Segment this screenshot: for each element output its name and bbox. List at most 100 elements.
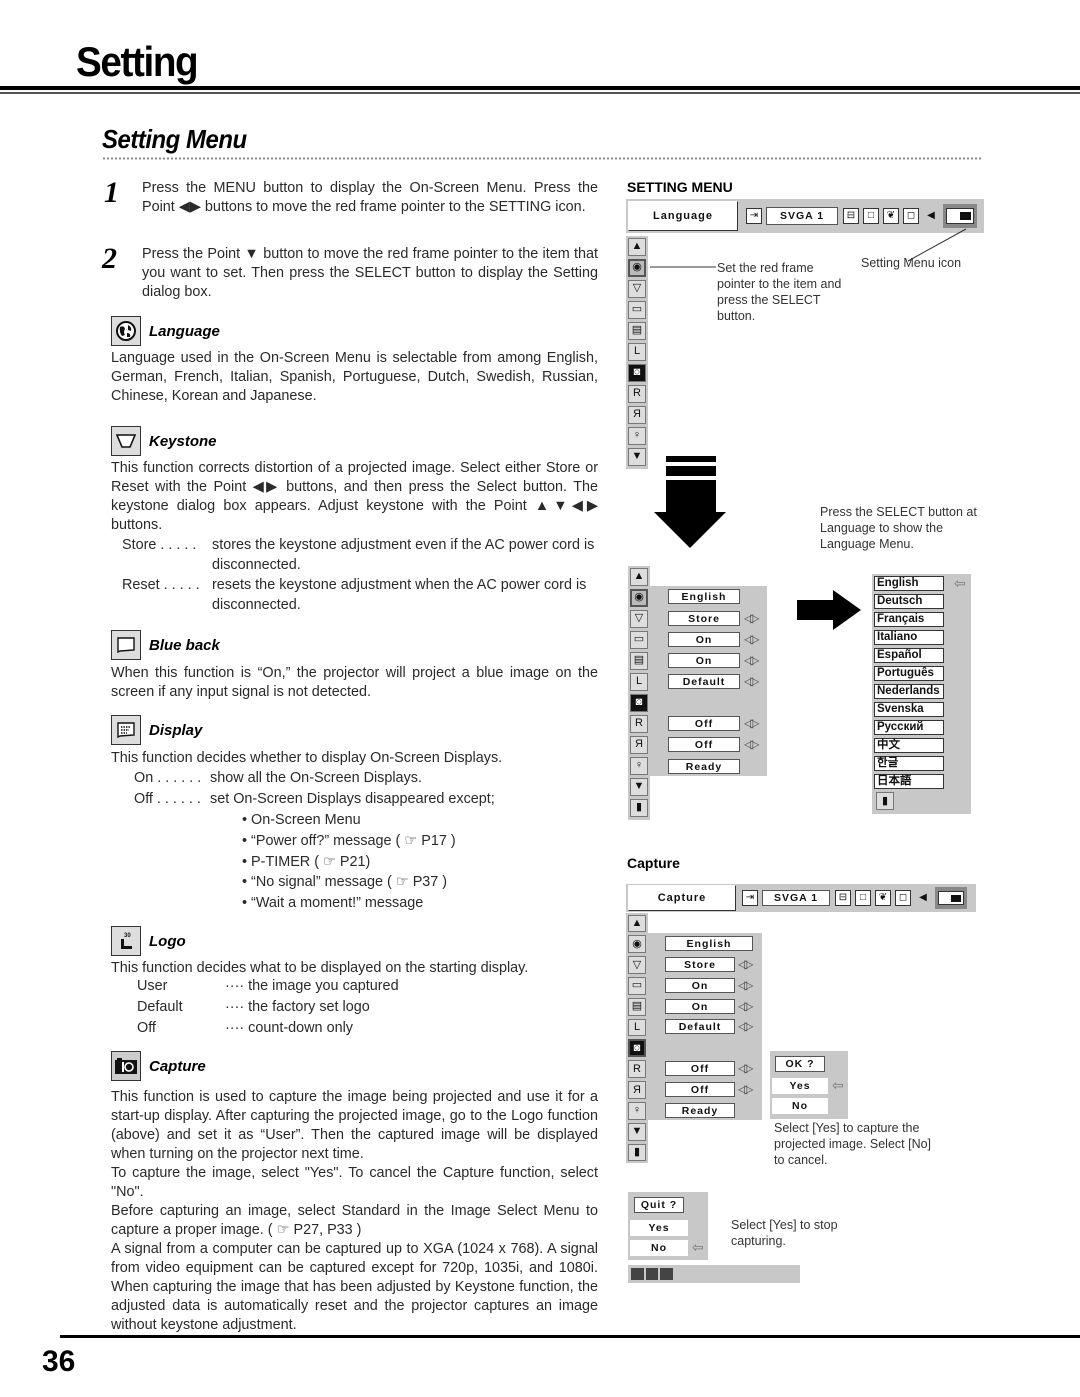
rear-icon[interactable]: Я bbox=[628, 405, 646, 424]
left-right-arrow-icon[interactable]: ◁▷ bbox=[738, 957, 754, 971]
language-option[interactable]: Deutsch bbox=[874, 594, 944, 609]
exit-door-icon[interactable]: ▮ bbox=[630, 798, 648, 817]
left-right-arrow-icon[interactable]: ◁▷ bbox=[744, 632, 760, 646]
language-option[interactable]: English bbox=[874, 576, 944, 591]
value-logo[interactable]: Default bbox=[668, 674, 740, 689]
input-icon[interactable]: ⇥ bbox=[742, 890, 758, 906]
left-right-arrow-icon[interactable]: ◁▷ bbox=[738, 999, 754, 1013]
left-right-arrow-icon[interactable]: ◁▷ bbox=[738, 978, 754, 992]
value-display[interactable]: On bbox=[665, 999, 735, 1014]
value-rear[interactable]: Off bbox=[668, 737, 740, 752]
yes-button[interactable]: Yes bbox=[630, 1220, 688, 1236]
pc-adjust-icon[interactable]: ⊟ bbox=[835, 890, 851, 906]
value-keystone[interactable]: Store bbox=[665, 957, 735, 972]
scroll-down-icon[interactable]: ▼ bbox=[630, 777, 648, 796]
exit-door-icon[interactable]: ▮ bbox=[876, 792, 894, 810]
rear-icon[interactable]: Я bbox=[630, 735, 648, 754]
screen-icon[interactable]: □ bbox=[863, 208, 879, 224]
pc-adjust-icon[interactable]: ⊟ bbox=[843, 208, 859, 224]
language-option[interactable]: Русский bbox=[874, 720, 944, 735]
no-button[interactable]: No bbox=[630, 1240, 688, 1256]
image-select-icon[interactable]: ◻ bbox=[895, 890, 911, 906]
screen-icon[interactable]: □ bbox=[855, 890, 871, 906]
menu-tab-capture[interactable]: Capture bbox=[628, 885, 736, 911]
value-rear[interactable]: Off bbox=[665, 1082, 735, 1097]
exit-door-icon[interactable]: ▮ bbox=[628, 1143, 646, 1162]
camera-icon bbox=[111, 1051, 141, 1081]
left-right-arrow-icon[interactable]: ◁▷ bbox=[744, 653, 760, 667]
value-lamp[interactable]: Ready bbox=[668, 759, 740, 774]
left-right-arrow-icon[interactable]: ◁▷ bbox=[738, 1019, 754, 1033]
logo-def-off: Off ···· count-down only bbox=[137, 1019, 399, 1040]
left-right-arrow-icon[interactable]: ◁▷ bbox=[744, 611, 760, 625]
lamp-icon[interactable]: ♀ bbox=[628, 1101, 646, 1120]
language-option[interactable]: Español bbox=[874, 648, 944, 663]
left-right-arrow-icon[interactable]: ◁▷ bbox=[744, 674, 760, 688]
blue-back-icon[interactable]: ▭ bbox=[628, 976, 646, 995]
no-button[interactable]: No bbox=[772, 1098, 828, 1114]
yes-button[interactable]: Yes bbox=[772, 1078, 828, 1094]
value-ceiling[interactable]: Off bbox=[665, 1061, 735, 1076]
step-text-1: Press the MENU button to display the On-… bbox=[142, 180, 598, 215]
globe-icon[interactable]: ◉ bbox=[628, 935, 646, 954]
language-option[interactable]: 日本語 bbox=[874, 774, 944, 789]
language-option[interactable]: Nederlands bbox=[874, 684, 944, 699]
lamp-icon[interactable]: ♀ bbox=[628, 426, 646, 445]
input-icon[interactable]: ⇥ bbox=[746, 208, 762, 224]
left-right-arrow-icon[interactable]: ◁▷ bbox=[738, 1061, 754, 1075]
scroll-up-icon[interactable]: ▲ bbox=[628, 914, 646, 933]
language-option[interactable]: Português bbox=[874, 666, 944, 681]
ceiling-icon[interactable]: R bbox=[628, 1060, 646, 1079]
blue-back-icon[interactable]: ▭ bbox=[630, 630, 648, 649]
image-adjust-icon[interactable]: ❦ bbox=[875, 890, 891, 906]
value-keystone[interactable]: Store bbox=[668, 611, 740, 626]
language-option[interactable]: 中文 bbox=[874, 738, 944, 753]
value-ceiling[interactable]: Off bbox=[668, 716, 740, 731]
keystone-icon[interactable]: ▽ bbox=[628, 279, 646, 298]
value-blue-back[interactable]: On bbox=[668, 632, 740, 647]
value-lamp[interactable]: Ready bbox=[665, 1103, 735, 1118]
def-term: User bbox=[137, 978, 168, 994]
ceiling-icon[interactable]: R bbox=[628, 384, 646, 403]
value-logo[interactable]: Default bbox=[665, 1019, 735, 1034]
image-adjust-icon[interactable]: ❦ bbox=[883, 208, 899, 224]
logo-icon[interactable]: L bbox=[628, 342, 646, 361]
keystone-icon[interactable]: ▽ bbox=[628, 956, 646, 974]
display-icon[interactable]: ▤ bbox=[628, 321, 646, 340]
scroll-up-icon[interactable]: ▲ bbox=[630, 567, 648, 586]
left-right-arrow-icon[interactable]: ◁▷ bbox=[738, 1082, 754, 1096]
camera-icon[interactable]: ◙ bbox=[628, 363, 646, 382]
value-display[interactable]: On bbox=[668, 653, 740, 668]
camera-icon[interactable]: ◙ bbox=[630, 693, 648, 712]
scroll-up-icon[interactable]: ▲ bbox=[628, 237, 646, 256]
globe-icon[interactable]: ◉ bbox=[628, 258, 646, 277]
left-right-arrow-icon[interactable]: ◁▷ bbox=[744, 716, 760, 730]
def-term: Default bbox=[137, 999, 183, 1015]
language-option[interactable]: Svenska bbox=[874, 702, 944, 717]
camera-icon[interactable]: ◙ bbox=[628, 1039, 646, 1058]
rear-icon[interactable]: Я bbox=[628, 1081, 646, 1099]
image-select-icon[interactable]: ◻ bbox=[903, 208, 919, 224]
sound-icon[interactable]: ◀ bbox=[923, 208, 939, 224]
logo-icon[interactable]: L bbox=[630, 672, 648, 691]
globe-icon[interactable]: ◉ bbox=[630, 588, 648, 607]
lamp-icon[interactable]: ♀ bbox=[630, 756, 648, 775]
keystone-icon[interactable]: ▽ bbox=[630, 609, 648, 628]
scroll-down-icon[interactable]: ▼ bbox=[628, 1122, 646, 1141]
left-right-arrow-icon[interactable]: ◁▷ bbox=[744, 737, 760, 751]
value-language[interactable]: English bbox=[668, 589, 740, 604]
setting-menu-heading: SETTING MENU bbox=[627, 179, 733, 195]
scroll-down-icon[interactable]: ▼ bbox=[628, 447, 646, 466]
language-option[interactable]: Français bbox=[874, 612, 944, 627]
ceiling-icon[interactable]: R bbox=[630, 714, 648, 733]
display-icon[interactable]: ▤ bbox=[628, 997, 646, 1016]
blue-back-icon[interactable]: ▭ bbox=[628, 300, 646, 319]
sound-icon[interactable]: ◀ bbox=[915, 890, 931, 906]
value-blue-back[interactable]: On bbox=[665, 978, 735, 993]
logo-icon[interactable]: L bbox=[628, 1018, 646, 1037]
value-language[interactable]: English bbox=[665, 936, 753, 951]
display-icon[interactable]: ▤ bbox=[630, 651, 648, 670]
language-option[interactable]: Italiano bbox=[874, 630, 944, 645]
language-option[interactable]: 한글 bbox=[874, 756, 944, 771]
setting-menu-icon[interactable] bbox=[935, 887, 967, 909]
